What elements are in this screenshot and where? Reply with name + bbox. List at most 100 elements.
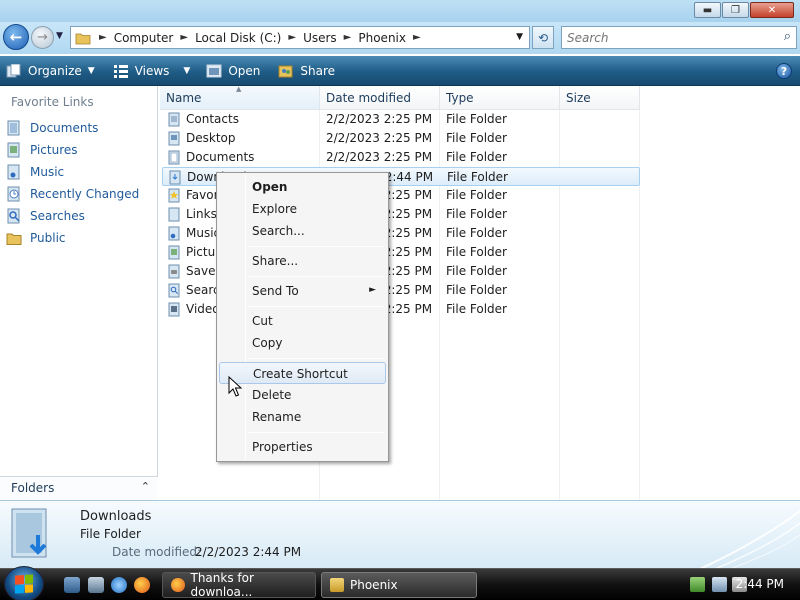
help-button[interactable]: ? xyxy=(776,63,792,79)
file-date: 2/2/2023 2:25 PM xyxy=(326,112,433,126)
column-header-type[interactable]: Type xyxy=(440,86,560,110)
submenu-arrow-icon: ► xyxy=(369,285,376,295)
address-dropdown-icon[interactable]: ▼ xyxy=(516,32,523,42)
menu-item-label: Share... xyxy=(252,254,299,268)
file-type: File Folder xyxy=(446,283,507,297)
documents-folder-icon xyxy=(168,150,180,165)
column-name-label: Name xyxy=(166,90,202,105)
context-menu: Open Explore Search... Share... Send To … xyxy=(216,172,389,462)
menu-item-delete[interactable]: Delete xyxy=(219,384,386,406)
menu-item-cut[interactable]: Cut xyxy=(219,310,386,332)
downloads-folder-icon xyxy=(11,508,47,558)
recent-pages-dropdown[interactable]: ▼ xyxy=(56,31,63,41)
taskbar-clock[interactable]: 2:44 PM xyxy=(736,577,784,591)
favorite-link-recently-changed[interactable]: Recently Changed xyxy=(6,184,156,204)
windows-logo-icon xyxy=(15,574,33,594)
file-row-contacts[interactable]: Contacts 2/2/2023 2:25 PM File Folder xyxy=(162,110,640,129)
refresh-button[interactable]: ⟲ xyxy=(532,26,554,49)
favorites-folder-icon xyxy=(168,188,180,203)
menu-item-rename[interactable]: Rename xyxy=(219,406,386,428)
magnifier-icon[interactable]: ⌕ xyxy=(784,29,791,44)
favorite-link-label: Recently Changed xyxy=(30,187,140,201)
breadcrumb-users[interactable]: Users xyxy=(300,31,340,45)
music-folder-icon xyxy=(168,226,180,241)
column-header-name[interactable]: ▲ Name xyxy=(160,85,320,110)
searches-icon xyxy=(7,208,20,224)
network-icon[interactable] xyxy=(712,577,727,592)
breadcrumb-separator[interactable]: ► xyxy=(340,32,356,43)
menu-item-label: Send To xyxy=(252,284,299,298)
menu-item-send-to[interactable]: Send To ► xyxy=(219,280,386,302)
back-button[interactable]: ← xyxy=(3,24,29,50)
title-bar: ▬ ❐ ✕ xyxy=(0,0,800,22)
share-icon xyxy=(278,65,293,77)
folders-label: Folders xyxy=(11,481,55,495)
taskbar-item-firefox[interactable]: Thanks for downloa... xyxy=(162,571,316,599)
organize-icon xyxy=(6,63,21,77)
chevron-up-icon[interactable]: ⌃ xyxy=(141,480,150,493)
safely-remove-hardware-icon[interactable] xyxy=(690,577,705,592)
favorite-link-label: Documents xyxy=(30,121,99,135)
favorite-link-documents[interactable]: Documents xyxy=(6,118,156,138)
start-button[interactable] xyxy=(4,566,44,600)
menu-item-label: Create Shortcut xyxy=(253,367,348,381)
favorite-link-searches[interactable]: Searches xyxy=(6,206,156,226)
window-controls: ▬ ❐ ✕ xyxy=(693,2,794,18)
menu-item-explore[interactable]: Explore xyxy=(219,198,386,220)
column-header-date-modified[interactable]: Date modified xyxy=(320,86,440,110)
file-type: File Folder xyxy=(446,264,507,278)
menu-item-label: Explore xyxy=(252,202,298,216)
menu-item-search[interactable]: Search... xyxy=(219,220,386,242)
switch-windows-icon[interactable] xyxy=(88,577,104,593)
chevron-down-icon: ▼ xyxy=(183,65,191,76)
menu-separator xyxy=(248,306,384,307)
file-row-desktop[interactable]: Desktop 2/2/2023 2:25 PM File Folder xyxy=(162,129,640,148)
details-name: Downloads xyxy=(80,509,152,524)
menu-item-create-shortcut[interactable]: Create Shortcut xyxy=(219,362,386,384)
share-button[interactable]: Share xyxy=(272,56,341,86)
menu-item-properties[interactable]: Properties xyxy=(219,436,386,458)
file-type: File Folder xyxy=(446,188,507,202)
breadcrumb-separator[interactable]: ► xyxy=(409,32,425,43)
public-folder-icon xyxy=(6,233,22,245)
breadcrumb-phoenix[interactable]: Phoenix xyxy=(355,31,409,45)
forward-button[interactable]: → xyxy=(31,26,54,49)
navigation-pane: Favorite Links Documents Pictures Music … xyxy=(0,86,158,500)
favorite-link-label: Pictures xyxy=(30,143,78,157)
taskbar-item-phoenix[interactable]: Phoenix xyxy=(321,572,477,598)
search-box[interactable]: ⌕ xyxy=(561,26,797,49)
minimize-button[interactable]: ▬ xyxy=(694,2,721,18)
internet-explorer-icon[interactable] xyxy=(111,577,127,593)
breadcrumb-separator[interactable]: ► xyxy=(95,32,111,43)
file-type: File Folder xyxy=(446,207,507,221)
address-bar[interactable]: ► Computer ► Local Disk (C:) ► Users ► P… xyxy=(70,26,530,49)
organize-label: Organize xyxy=(28,63,82,78)
menu-item-copy[interactable]: Copy xyxy=(219,332,386,354)
breadcrumb-separator[interactable]: ► xyxy=(284,32,300,43)
breadcrumb-computer[interactable]: Computer xyxy=(111,31,177,45)
folders-toggle-bar[interactable]: Folders ⌃ xyxy=(0,476,158,500)
open-button[interactable]: Open xyxy=(200,56,266,86)
column-type-label: Type xyxy=(446,90,474,105)
views-button[interactable]: Views ▼ xyxy=(107,56,197,86)
file-row-documents[interactable]: Documents 2/2/2023 2:25 PM File Folder xyxy=(162,148,640,167)
file-name: Desktop xyxy=(186,131,236,145)
show-desktop-icon[interactable] xyxy=(64,577,80,593)
menu-item-open[interactable]: Open xyxy=(219,176,386,198)
close-button[interactable]: ✕ xyxy=(750,2,794,18)
favorite-link-music[interactable]: Music xyxy=(6,162,156,182)
column-size-label: Size xyxy=(566,90,591,105)
breadcrumb-separator[interactable]: ► xyxy=(176,32,192,43)
menu-item-share[interactable]: Share... xyxy=(219,250,386,272)
firefox-icon[interactable] xyxy=(134,577,150,593)
details-pane: Downloads File Folder Date modified: 2/2… xyxy=(0,500,800,568)
maximize-button[interactable]: ❐ xyxy=(722,2,749,18)
organize-button[interactable]: Organize ▼ xyxy=(0,56,101,86)
favorite-link-pictures[interactable]: Pictures xyxy=(6,140,156,160)
column-header-size[interactable]: Size xyxy=(560,86,640,110)
file-name: Links xyxy=(186,207,217,221)
favorite-link-public[interactable]: Public xyxy=(6,228,156,248)
search-input[interactable] xyxy=(567,28,767,48)
favorite-links-header: Favorite Links xyxy=(11,95,94,109)
breadcrumb-local-disk[interactable]: Local Disk (C:) xyxy=(192,31,284,45)
